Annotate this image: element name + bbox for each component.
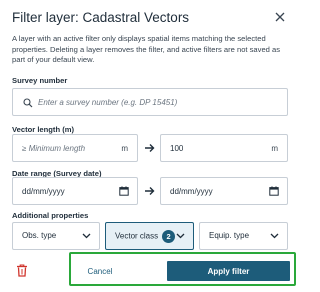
min-length-input[interactable]: ≥ Minimum length m: [12, 134, 138, 162]
survey-number-input[interactable]: Enter a survey number (e.g. DP 15451): [12, 88, 288, 116]
cancel-button[interactable]: Cancel: [78, 261, 122, 281]
dialog-title: Filter layer: Cadastral Vectors: [12, 10, 190, 25]
close-button[interactable]: [270, 7, 290, 27]
filter-layer-dialog: Filter layer: Cadastral Vectors A layer …: [0, 0, 300, 292]
equip-type-dropdown[interactable]: Equip. type: [199, 222, 288, 250]
obs-type-dropdown[interactable]: Obs. type: [12, 222, 100, 250]
delete-layer-button[interactable]: [16, 264, 28, 277]
max-length-value: 100: [170, 144, 184, 153]
close-icon: [275, 12, 285, 22]
min-length-unit: m: [121, 144, 128, 153]
date-from-input[interactable]: dd/mm/yyyy: [12, 177, 138, 205]
chevron-down-icon: [270, 233, 279, 239]
survey-number-placeholder: Enter a survey number (e.g. DP 15451): [38, 98, 178, 107]
arrow-right-icon: [143, 142, 155, 154]
vector-class-label: Vector class: [115, 231, 159, 241]
vector-class-text: Vector class 2: [115, 230, 176, 243]
max-length-input[interactable]: 100 m: [160, 134, 288, 162]
date-to-input[interactable]: dd/mm/yyyy: [160, 177, 288, 205]
arrow-right-icon: [143, 185, 155, 197]
vector-length-label: Vector length (m): [12, 125, 75, 134]
trash-icon: [17, 264, 27, 277]
vector-class-count-badge: 2: [162, 230, 176, 243]
apply-filter-button[interactable]: Apply filter: [167, 261, 290, 281]
dialog-description: A layer with an active filter only displ…: [12, 34, 281, 65]
date-to-value: dd/mm/yyyy: [170, 187, 213, 196]
chevron-down-icon: [176, 233, 185, 239]
vector-class-dropdown[interactable]: Vector class 2: [105, 222, 194, 250]
additional-properties-label: Additional properties: [12, 211, 89, 220]
search-icon: [23, 98, 33, 108]
calendar-icon[interactable]: [119, 186, 129, 196]
min-length-placeholder: ≥ Minimum length: [22, 144, 86, 153]
max-length-unit: m: [271, 144, 278, 153]
obs-type-label: Obs. type: [22, 231, 57, 240]
calendar-icon[interactable]: [269, 186, 279, 196]
equip-type-label: Equip. type: [209, 231, 250, 240]
survey-number-label: Survey number: [12, 76, 68, 85]
date-from-value: dd/mm/yyyy: [22, 187, 65, 196]
chevron-down-icon: [82, 233, 91, 239]
